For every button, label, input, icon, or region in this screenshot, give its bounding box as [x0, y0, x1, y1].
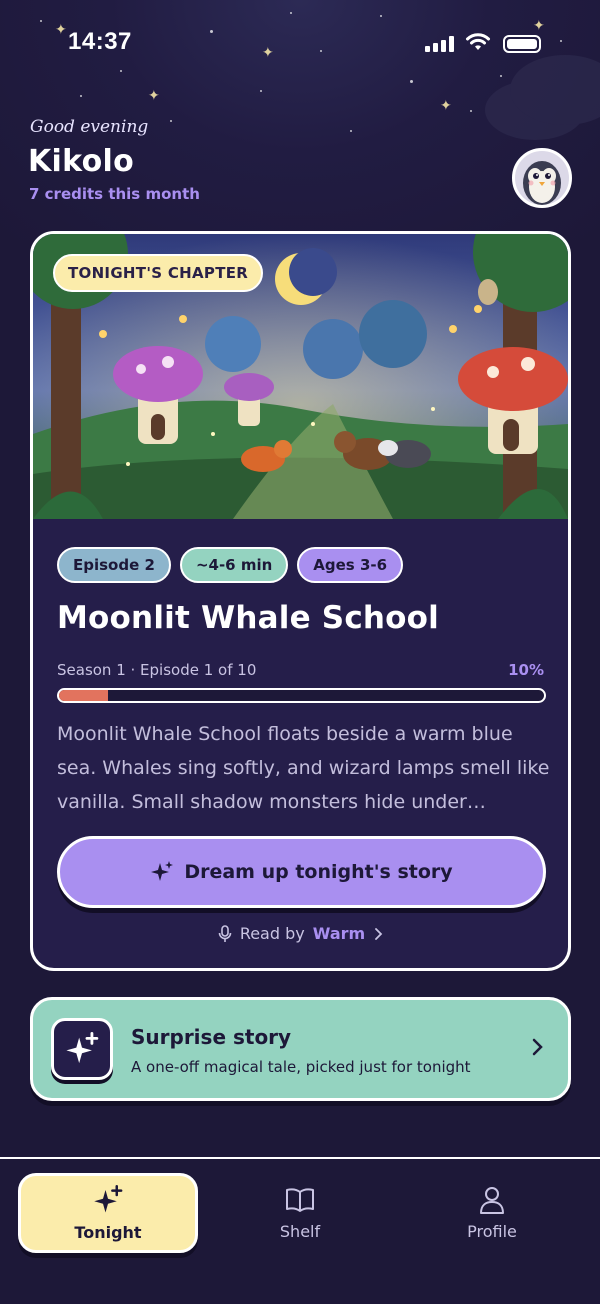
progress-percent: 10% [508, 661, 544, 679]
tab-label: Profile [467, 1221, 517, 1241]
age-range-chip: Ages 3-6 [297, 547, 404, 583]
season-progress-label: Season 1 · Episode 1 of 10 [57, 661, 257, 679]
penguin-icon [515, 151, 569, 205]
duration-chip: ~4-6 min [179, 547, 289, 583]
tab-tonight[interactable]: Tonight [18, 1173, 198, 1253]
signal-icon [425, 36, 454, 52]
tab-profile[interactable]: Profile [402, 1173, 582, 1253]
clock: 14:37 [68, 28, 132, 55]
season-progress-bar [57, 688, 546, 703]
story-title: Moonlit Whale School [57, 600, 439, 636]
chapter-illustration: TONIGHT'S CHAPTER [33, 234, 568, 519]
sparkles-icon [94, 1184, 123, 1212]
user-name: Kikolo [28, 144, 134, 179]
chevron-right-icon [375, 927, 383, 940]
voice-name: Warm [312, 924, 366, 943]
progress-fill [59, 690, 108, 701]
dream-up-story-button[interactable]: Dream up tonight's story [57, 836, 546, 908]
avatar[interactable] [512, 148, 572, 208]
chevron-right-icon [532, 1038, 543, 1056]
episode-chip: Episode 2 [57, 547, 171, 583]
story-description: Moonlit Whale School floats beside a war… [57, 723, 550, 813]
surprise-subtitle: A one-off magical tale, picked just for … [131, 1058, 471, 1076]
sparkles-plus-icon [66, 1032, 99, 1064]
sparkles-icon [151, 861, 174, 881]
bottom-tab-bar: Tonight Shelf Profile [0, 1157, 600, 1304]
read-by-label: Read by [239, 924, 305, 943]
status-bar: 14:37 [0, 28, 600, 62]
battery-icon [503, 35, 541, 53]
surprise-icon-tile [51, 1018, 113, 1080]
microphone-icon [218, 924, 232, 942]
wifi-icon [466, 33, 490, 50]
story-meta-chips: Episode 2 ~4-6 min Ages 3-6 [57, 547, 404, 583]
sparkle-icon: ✦ [440, 98, 452, 114]
narrator-selector[interactable]: Read by Warm [33, 924, 568, 943]
tab-label: Shelf [279, 1221, 321, 1241]
sparkle-icon: ✦ [148, 88, 160, 104]
tab-shelf[interactable]: Shelf [210, 1173, 390, 1253]
greeting: Good evening [30, 117, 149, 137]
surprise-story-card[interactable]: Surprise story A one-off magical tale, p… [30, 997, 571, 1101]
book-icon [286, 1187, 314, 1212]
tab-label: Tonight [74, 1222, 142, 1242]
tonight-chapter-card[interactable]: TONIGHT'S CHAPTER Episode 2 ~4-6 min Age… [30, 231, 571, 971]
credits-count: 7 credits this month [29, 185, 200, 203]
person-icon [480, 1186, 504, 1214]
cloud-decoration [510, 55, 600, 125]
cta-label: Dream up tonight's story [184, 861, 453, 883]
chapter-badge: TONIGHT'S CHAPTER [53, 254, 264, 292]
surprise-title: Surprise story [131, 1025, 292, 1049]
